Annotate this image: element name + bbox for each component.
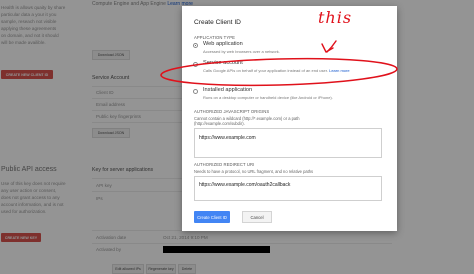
web-application-desc: Accessed by web browsers over a network. [203, 49, 280, 54]
installed-application-label[interactable]: Installed application [203, 87, 252, 93]
service-account-desc: Calls Google APIs on behalf of your appl… [203, 68, 388, 73]
installed-application-desc: Runs on a desktop computer or handheld d… [203, 95, 333, 100]
application-type-label: APPLICATION TYPE [194, 35, 236, 40]
js-origins-textarea[interactable]: https://www.example.com [194, 128, 382, 158]
service-account-desc-text: Calls Google APIs on behalf of your appl… [203, 68, 328, 73]
js-origins-value: https://www.example.com [199, 135, 256, 141]
dialog-title: Create Client ID [194, 19, 241, 26]
redirect-uri-label: AUTHORIZED REDIRECT URI [194, 162, 255, 167]
create-client-id-button[interactable]: Create Client ID [194, 211, 230, 223]
redirect-uri-help: Needs to have a protocol, no URL fragmen… [194, 169, 314, 174]
radio-service-account[interactable] [193, 62, 198, 67]
learn-more-link[interactable]: Learn more [329, 68, 349, 73]
radio-installed-application[interactable] [193, 89, 198, 94]
web-application-label[interactable]: Web application [203, 41, 243, 47]
js-origins-help: Cannot contain a wildcard (http://*.exam… [194, 116, 394, 126]
create-client-id-dialog: Create Client ID APPLICATION TYPE Web ap… [182, 6, 397, 231]
service-account-label[interactable]: Service account [203, 60, 243, 66]
redirect-uri-textarea[interactable]: https://www.example.com/oauth2callback [194, 176, 382, 201]
radio-web-application[interactable] [193, 43, 198, 48]
redirect-uri-value: https://www.example.com/oauth2callback [199, 182, 291, 188]
js-origins-label: AUTHORIZED JAVASCRIPT ORIGINS [194, 109, 270, 114]
help-line: (http://example.com/subdir). [194, 121, 245, 127]
cancel-button[interactable]: Cancel [242, 211, 272, 223]
